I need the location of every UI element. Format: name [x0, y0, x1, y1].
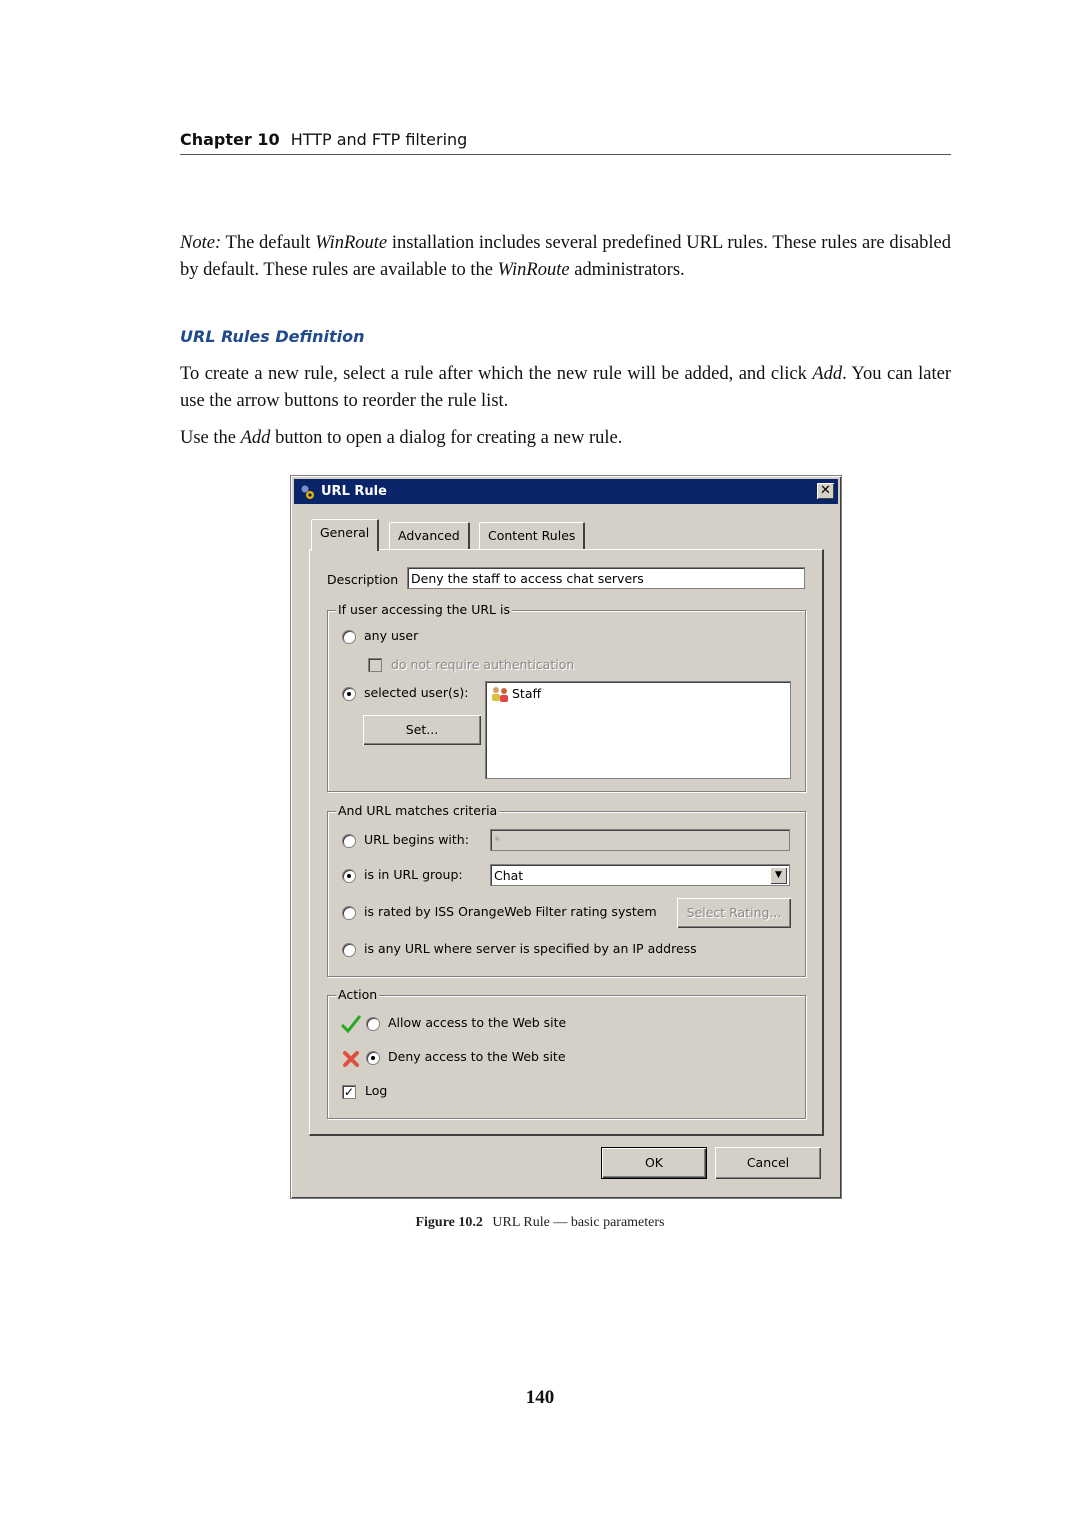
url-group-label: is in URL group:: [364, 867, 463, 882]
description-label: Description: [327, 572, 399, 587]
tab-general[interactable]: General: [311, 519, 380, 551]
button-label: Select Rating...: [686, 905, 782, 920]
deny-icon: [343, 1051, 359, 1067]
user-criteria-legend: If user accessing the URL is: [336, 602, 512, 617]
button-label: Cancel: [746, 1155, 790, 1170]
allow-label: Allow access to the Web site: [388, 1015, 567, 1030]
selected-users-radio[interactable]: [342, 687, 356, 701]
deny-label: Deny access to the Web site: [388, 1049, 566, 1064]
list-item[interactable]: Staff: [490, 685, 541, 703]
any-user-label: any user: [364, 628, 419, 643]
rating-radio[interactable]: [342, 906, 356, 920]
close-icon: ✕: [820, 483, 831, 498]
url-begins-input[interactable]: *: [490, 829, 790, 851]
section-title: URL Rules Definition: [180, 327, 365, 346]
deny-radio[interactable]: [366, 1051, 380, 1065]
intro-paragraph: To create a new rule, select a rule afte…: [180, 361, 951, 415]
action-legend: Action: [336, 987, 380, 1002]
allow-radio[interactable]: [366, 1017, 380, 1031]
para-text: Use the: [180, 428, 241, 448]
url-group-value: Chat: [494, 868, 524, 883]
any-user-radio[interactable]: [342, 630, 356, 644]
user-name: Staff: [512, 686, 542, 701]
note-prefix: Note:: [180, 233, 222, 253]
url-criteria-legend: And URL matches criteria: [336, 803, 500, 818]
button-label: OK: [644, 1155, 664, 1170]
close-button[interactable]: ✕: [817, 483, 834, 499]
url-begins-label: URL begins with:: [364, 832, 469, 847]
select-rating-button[interactable]: Select Rating...: [677, 898, 791, 928]
url-begins-radio[interactable]: [342, 834, 356, 848]
tab-label: Content Rules: [488, 528, 576, 543]
chapter-title: HTTP and FTP filtering: [290, 130, 468, 149]
cancel-button[interactable]: Cancel: [715, 1147, 821, 1179]
check-icon: [340, 1015, 362, 1034]
app-name: WinRoute: [497, 260, 570, 280]
log-checkbox[interactable]: ✓: [342, 1085, 356, 1099]
dialog-title: URL Rule: [321, 484, 387, 499]
title-bar[interactable]: URL Rule ✕: [294, 479, 838, 504]
para-text: To create a new rule, select a rule afte…: [180, 364, 813, 384]
rating-label: is rated by ISS OrangeWeb Filter rating …: [364, 904, 657, 919]
tab-label: Advanced: [398, 528, 460, 543]
no-auth-label: do not require authentication: [391, 657, 575, 672]
add-emphasis: Add: [812, 364, 843, 384]
general-tab-panel: Description Deny the staff to access cha…: [309, 549, 824, 1136]
action-group: Action Allow access to the Web site Deny…: [327, 987, 806, 1119]
tab-label: General: [320, 525, 370, 540]
figure-label: Figure 10.2: [415, 1215, 483, 1230]
note-text: administrators.: [569, 260, 685, 280]
add-emphasis: Add: [240, 428, 271, 448]
ip-url-label: is any URL where server is specified by …: [364, 941, 697, 956]
selected-users-list[interactable]: Staff: [485, 681, 791, 779]
app-name: WinRoute: [315, 233, 388, 253]
page-header: Chapter 10 HTTP and FTP filtering: [180, 130, 951, 155]
chapter-label: Chapter 10: [180, 130, 280, 149]
url-group-select[interactable]: Chat ▼: [490, 864, 790, 886]
url-rule-dialog: URL Rule ✕ General Advanced Content Rule…: [290, 475, 842, 1199]
button-label: Set...: [405, 722, 439, 737]
tab-content-rules[interactable]: Content Rules: [479, 522, 586, 549]
ok-button[interactable]: OK: [601, 1147, 707, 1179]
user-criteria-group: If user accessing the URL is any user do…: [327, 602, 806, 792]
url-group-radio[interactable]: [342, 869, 356, 883]
selected-users-label: selected user(s):: [364, 685, 469, 700]
user-group-icon: [492, 687, 508, 702]
set-users-button[interactable]: Set...: [363, 715, 481, 745]
note-paragraph: Note: The default WinRoute installation …: [180, 230, 951, 284]
page-number: 140: [525, 1387, 555, 1408]
figure-caption: Figure 10.2 URL Rule — basic parameters: [0, 1215, 1080, 1231]
add-paragraph: Use the Add button to open a dialog for …: [180, 425, 951, 452]
ip-url-radio[interactable]: [342, 943, 356, 957]
chevron-down-icon[interactable]: ▼: [770, 867, 787, 884]
para-text: button to open a dialog for creating a n…: [270, 428, 623, 448]
log-label: Log: [365, 1083, 388, 1098]
description-input[interactable]: Deny the staff to access chat servers: [407, 567, 805, 589]
tab-advanced[interactable]: Advanced: [389, 522, 470, 549]
url-rule-icon: [301, 485, 314, 499]
url-criteria-group: And URL matches criteria URL begins with…: [327, 803, 806, 977]
figure-text: URL Rule — basic parameters: [492, 1215, 665, 1230]
no-auth-checkbox[interactable]: [368, 658, 382, 672]
note-text: The default: [221, 233, 316, 253]
